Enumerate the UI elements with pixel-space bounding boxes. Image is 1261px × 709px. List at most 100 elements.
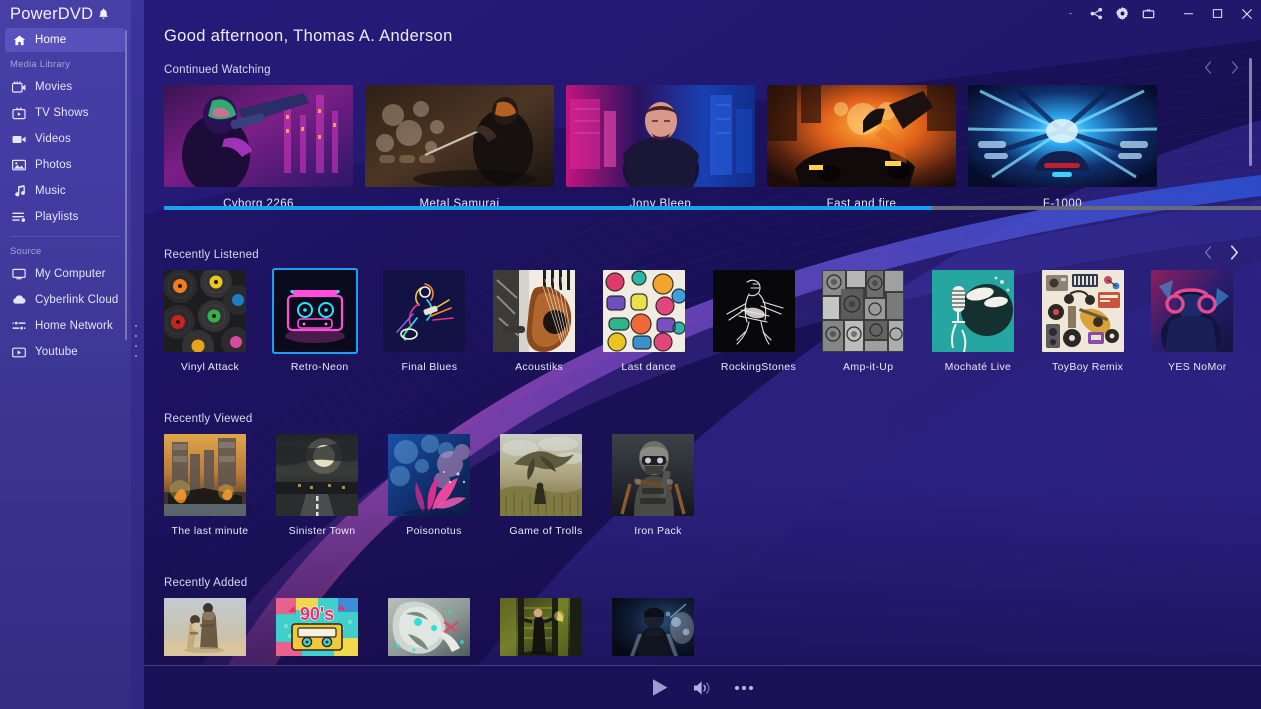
gear-icon[interactable] bbox=[1109, 0, 1135, 27]
thumbnail[interactable] bbox=[932, 270, 1014, 352]
album-title: Amp-it-Up bbox=[822, 361, 914, 373]
thumbnail[interactable] bbox=[493, 270, 575, 352]
thumbnail[interactable] bbox=[164, 434, 246, 516]
sidebar-item-youtube[interactable]: Youtube bbox=[0, 339, 131, 365]
next-arrow-icon[interactable] bbox=[1229, 244, 1240, 260]
thumbnail[interactable] bbox=[383, 270, 465, 352]
album-card[interactable]: Mochaté Live bbox=[932, 270, 1042, 373]
share-icon[interactable] bbox=[1083, 0, 1109, 27]
thumbnail[interactable] bbox=[164, 85, 353, 187]
bell-icon[interactable] bbox=[98, 8, 109, 20]
thumbnail[interactable]: 90's bbox=[276, 598, 358, 656]
photo-card[interactable]: The last minute bbox=[164, 434, 276, 537]
scroll-content: Good afternoon, Thomas A. Anderson Conti… bbox=[144, 0, 1261, 665]
album-card[interactable]: RockingStones bbox=[713, 270, 823, 373]
media-card[interactable] bbox=[388, 598, 500, 656]
section-nav-arrows bbox=[1202, 244, 1240, 260]
sidebar-item-home[interactable]: Home bbox=[5, 28, 125, 52]
thumbnail[interactable] bbox=[388, 434, 470, 516]
section-nav-arrows bbox=[1202, 59, 1240, 75]
album-card[interactable]: ToyBoy Remix bbox=[1042, 270, 1152, 373]
thumbnail[interactable] bbox=[388, 598, 470, 656]
album-card[interactable]: Amp-it-Up bbox=[822, 270, 932, 373]
album-card[interactable]: Vinyl Attack bbox=[164, 270, 274, 373]
sidebar-resize-handle[interactable] bbox=[135, 325, 140, 357]
album-card[interactable]: Retro-Neon bbox=[274, 270, 384, 373]
thumbnail[interactable] bbox=[713, 270, 795, 352]
caret-down-icon[interactable] bbox=[1057, 0, 1083, 27]
thumbnail[interactable] bbox=[612, 598, 694, 656]
photo-title: Poisonotus bbox=[388, 525, 480, 537]
media-card[interactable] bbox=[500, 598, 612, 656]
prev-arrow-icon[interactable] bbox=[1202, 59, 1213, 75]
next-arrow-icon[interactable] bbox=[1229, 59, 1240, 75]
thumbnail[interactable] bbox=[566, 85, 755, 187]
sidebar-item-music[interactable]: Music bbox=[0, 178, 131, 204]
section-title: Continued Watching bbox=[164, 64, 1261, 76]
thumbnail[interactable] bbox=[767, 85, 956, 187]
album-title: RockingStones bbox=[713, 361, 805, 373]
album-title: YES NoMor bbox=[1151, 361, 1243, 373]
sidebar-item-my-computer[interactable]: My Computer bbox=[0, 261, 131, 287]
sidebar-item-videos[interactable]: Videos bbox=[0, 126, 131, 152]
sidebar-item-label: Videos bbox=[35, 133, 71, 145]
media-card[interactable] bbox=[612, 598, 724, 656]
thumbnail[interactable] bbox=[274, 270, 356, 352]
sidebar-item-playlists[interactable]: Playlists bbox=[0, 204, 131, 230]
sidebar-scrollbar[interactable] bbox=[125, 30, 127, 340]
album-card[interactable]: Last dance bbox=[603, 270, 713, 373]
thumbnail[interactable] bbox=[603, 270, 685, 352]
media-card[interactable]: Cyborg 2266 bbox=[164, 85, 365, 210]
thumbnail[interactable] bbox=[276, 434, 358, 516]
app-title: PowerDVD bbox=[10, 6, 93, 23]
prev-arrow-icon[interactable] bbox=[1202, 244, 1213, 260]
media-card[interactable]: Fast and fire bbox=[767, 85, 968, 210]
album-card[interactable]: Acoustiks bbox=[493, 270, 603, 373]
more-options-button[interactable] bbox=[734, 685, 754, 691]
album-card[interactable]: Final Blues bbox=[383, 270, 493, 373]
media-card[interactable]: Metal Samurai bbox=[365, 85, 566, 210]
play-button[interactable] bbox=[651, 678, 669, 697]
thumbnail[interactable] bbox=[1151, 270, 1233, 352]
photo-card[interactable]: Sinister Town bbox=[276, 434, 388, 537]
thumbnail[interactable] bbox=[365, 85, 554, 187]
main-content-area: Good afternoon, Thomas A. Anderson Conti… bbox=[144, 0, 1261, 709]
media-card[interactable]: F-1000 bbox=[968, 85, 1169, 210]
thumbnail[interactable] bbox=[500, 434, 582, 516]
photos-icon bbox=[12, 158, 26, 172]
sidebar-item-tv-shows[interactable]: TV Shows bbox=[0, 100, 131, 126]
thumbnail[interactable] bbox=[822, 270, 904, 352]
thumbnail[interactable] bbox=[164, 270, 246, 352]
album-title: ToyBoy Remix bbox=[1042, 361, 1134, 373]
minimize-button[interactable] bbox=[1174, 0, 1203, 27]
media-card[interactable]: 90's bbox=[276, 598, 388, 656]
recently-listened-row: Vinyl Attack bbox=[164, 270, 1261, 373]
sidebar-item-photos[interactable]: Photos bbox=[0, 152, 131, 178]
thumbnail[interactable] bbox=[612, 434, 694, 516]
thumbnail[interactable] bbox=[164, 598, 246, 656]
thumbnail[interactable] bbox=[500, 598, 582, 656]
player-control-bar bbox=[144, 665, 1261, 709]
section-recently-listened: Recently Listened bbox=[164, 249, 1261, 373]
photo-card[interactable]: Poisonotus bbox=[388, 434, 500, 537]
sidebar-item-movies[interactable]: Movies bbox=[0, 74, 131, 100]
cast-tv-icon[interactable] bbox=[1135, 0, 1161, 27]
photo-title: Game of Trolls bbox=[500, 525, 592, 537]
media-card[interactable]: Jony Bleep bbox=[566, 85, 767, 210]
close-button[interactable] bbox=[1232, 0, 1261, 27]
main-scrollbar[interactable] bbox=[1249, 58, 1252, 166]
maximize-button[interactable] bbox=[1203, 0, 1232, 27]
sidebar-item-cyberlink-cloud[interactable]: Cyberlink Cloud bbox=[0, 287, 131, 313]
sidebar-item-label: My Computer bbox=[35, 268, 106, 280]
volume-button[interactable] bbox=[693, 680, 710, 696]
photo-card[interactable]: Game of Trolls bbox=[500, 434, 612, 537]
thumbnail[interactable] bbox=[1042, 270, 1124, 352]
media-card[interactable] bbox=[164, 598, 276, 656]
sidebar-item-home-network[interactable]: Home Network bbox=[0, 313, 131, 339]
recently-viewed-row: The last minute bbox=[164, 434, 1261, 537]
album-title: Acoustiks bbox=[493, 361, 585, 373]
section-recently-viewed: Recently Viewed bbox=[164, 413, 1261, 537]
thumbnail[interactable] bbox=[968, 85, 1157, 187]
photo-card[interactable]: Iron Pack bbox=[612, 434, 724, 537]
album-card[interactable]: YES NoMor bbox=[1151, 270, 1261, 373]
